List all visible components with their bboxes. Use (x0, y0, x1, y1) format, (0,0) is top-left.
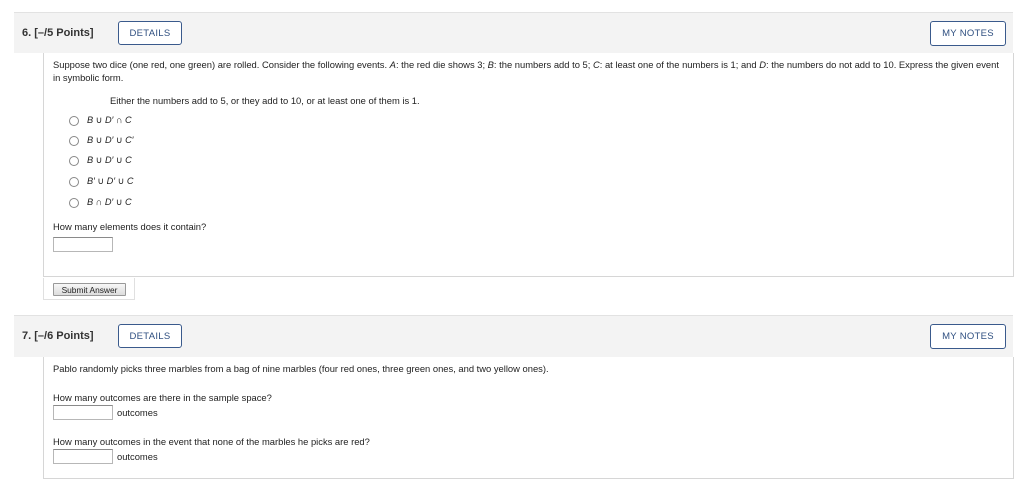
submit-answer-button[interactable]: Submit Answer (53, 283, 126, 296)
question-6-header: 6. [–/5 Points] DETAILS MY NOTES (14, 12, 1013, 53)
option-label: B ∪ D′ ∪ C′ (87, 135, 134, 145)
radio-button[interactable] (69, 176, 79, 187)
question-7-sample-space-question: How many outcomes are there in the sampl… (53, 392, 272, 403)
submit-area: Submit Answer (43, 278, 135, 300)
event-d-symbol: D (759, 59, 766, 70)
no-red-outcomes-input[interactable] (53, 449, 113, 464)
question-7-header: 7. [–/6 Points] DETAILS MY NOTES (14, 315, 1013, 357)
question-7-title: 7. [–/6 Points] (22, 330, 94, 342)
question-7-body: Pablo randomly picks three marbles from … (43, 357, 1014, 479)
event-c-symbol: C (592, 59, 600, 70)
prompt-text: : at least one of the numbers is 1; and (599, 59, 760, 70)
option-label: B ∪ D′ ∩ C (87, 115, 132, 125)
question-6-elements-question: How many elements does it contain? (53, 221, 207, 232)
option-row[interactable]: B ∪ D′ ∩ C (69, 115, 132, 126)
sample-space-input[interactable] (53, 405, 113, 420)
sample-space-unit: outcomes (117, 407, 158, 418)
question-6-prompt: Suppose two dice (one red, one green) ar… (53, 59, 999, 84)
option-row[interactable]: B ∪ D′ ∪ C′ (69, 135, 134, 146)
option-row[interactable]: B ∩ D′ ∪ C (69, 197, 132, 208)
question-7-no-red-question: How many outcomes in the event that none… (53, 436, 370, 447)
question-7-prompt: Pablo randomly picks three marbles from … (53, 363, 549, 374)
option-row[interactable]: B ∪ D′ ∪ C (69, 155, 132, 166)
radio-button[interactable] (69, 155, 79, 166)
question-6-body: Suppose two dice (one red, one green) ar… (43, 53, 1014, 277)
question-6-my-notes-button[interactable]: MY NOTES (930, 21, 1006, 46)
radio-button[interactable] (69, 115, 79, 126)
question-6-title: 6. [–/5 Points] (22, 27, 94, 39)
question-6-event-statement: Either the numbers add to 5, or they add… (110, 95, 420, 106)
question-6-details-button[interactable]: DETAILS (118, 21, 182, 45)
option-row[interactable]: B′ ∪ D′ ∪ C (69, 176, 134, 187)
elements-count-input[interactable] (53, 237, 113, 252)
prompt-text: : the red die shows 3; (395, 59, 488, 70)
prompt-text: Suppose two dice (one red, one green) ar… (53, 59, 390, 70)
question-7-my-notes-button[interactable]: MY NOTES (930, 324, 1006, 349)
option-label: B′ ∪ D′ ∪ C (87, 176, 134, 186)
question-7-details-button[interactable]: DETAILS (118, 324, 182, 348)
radio-button[interactable] (69, 197, 79, 208)
no-red-outcomes-unit: outcomes (117, 451, 158, 462)
radio-button[interactable] (69, 135, 79, 146)
prompt-text: : the numbers add to 5; (493, 59, 593, 70)
option-label: B ∩ D′ ∪ C (87, 197, 132, 207)
option-label: B ∪ D′ ∪ C (87, 155, 132, 165)
